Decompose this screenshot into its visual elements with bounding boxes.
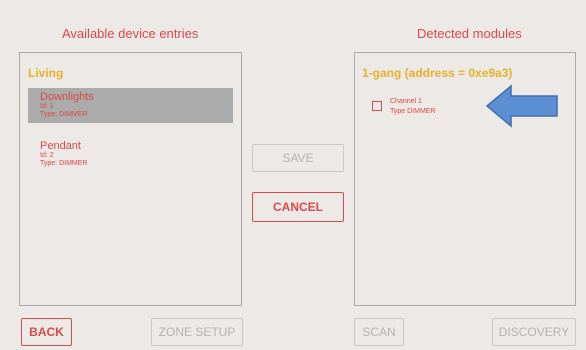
group-title: Living bbox=[28, 66, 64, 80]
save-button[interactable]: SAVE bbox=[252, 144, 344, 172]
module-title: 1-gang (address = 0xe9a3) bbox=[362, 66, 513, 80]
available-devices-panel: Living Downlights Id: 1 Type: DIMMER Pen… bbox=[19, 52, 242, 306]
device-entry-pendant[interactable]: Pendant Id: 2 Type: DIMMER bbox=[28, 137, 233, 172]
device-name: Pendant bbox=[40, 140, 81, 152]
arrow-left-icon bbox=[485, 84, 558, 128]
device-type: Type: DIMMER bbox=[40, 111, 88, 118]
module-channel: Channel 1 bbox=[390, 98, 422, 105]
discovery-button[interactable]: DISCOVERY bbox=[492, 318, 576, 346]
module-type: Type DIMMER bbox=[390, 108, 436, 115]
detected-modules-title: Detected modules bbox=[417, 26, 522, 41]
device-id: Id: 2 bbox=[40, 152, 54, 159]
available-devices-title: Available device entries bbox=[62, 26, 199, 41]
channel-checkbox[interactable] bbox=[372, 101, 382, 111]
device-entry-downlights[interactable]: Downlights Id: 1 Type: DIMMER bbox=[28, 88, 233, 123]
device-name: Downlights bbox=[40, 91, 94, 103]
device-id: Id: 1 bbox=[40, 103, 54, 110]
module-channel-row[interactable]: Channel 1 Type DIMMER bbox=[372, 97, 436, 117]
zone-setup-button[interactable]: ZONE SETUP bbox=[151, 318, 243, 346]
device-type: Type: DIMMER bbox=[40, 160, 88, 167]
back-button[interactable]: BACK bbox=[21, 318, 72, 346]
scan-button[interactable]: SCAN bbox=[354, 318, 404, 346]
cancel-button[interactable]: CANCEL bbox=[252, 192, 344, 222]
